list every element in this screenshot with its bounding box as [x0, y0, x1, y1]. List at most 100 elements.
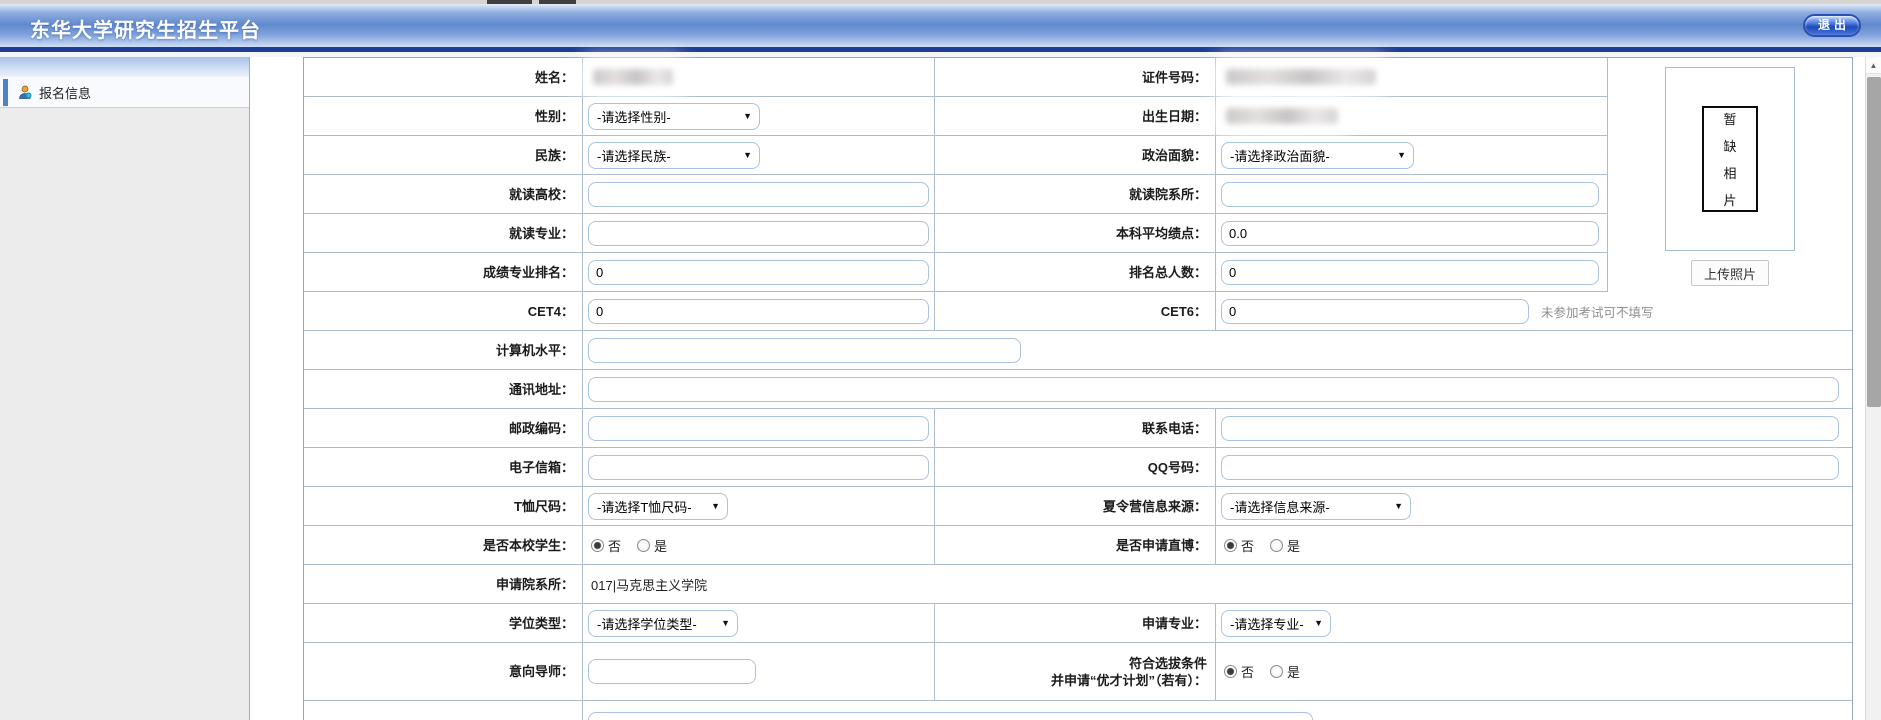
political-status-select[interactable]: -请选择政治面貌- ▼	[1221, 142, 1414, 169]
total-students-input[interactable]	[1221, 260, 1599, 285]
sidebar-item-label: 报名信息	[39, 83, 91, 102]
info-source-select[interactable]: -请选择信息来源- ▼	[1221, 493, 1411, 520]
political-status-select-value: -请选择政治面貌-	[1230, 146, 1330, 165]
app-header: 东华大学研究生招生平台 退出	[0, 4, 1881, 47]
is-current-student-label: 是否本校学生：	[483, 537, 582, 554]
name-label: 姓名：	[535, 69, 582, 86]
name-redacted-value	[593, 69, 673, 85]
current-department-input[interactable]	[1221, 182, 1599, 207]
radio-yes[interactable]	[637, 539, 650, 552]
phone-input[interactable]	[1221, 416, 1839, 441]
radio-yes-label: 是	[654, 536, 667, 555]
dropdown-arrow-icon: ▼	[1394, 501, 1403, 511]
gender-select[interactable]: -请选择性别- ▼	[588, 103, 760, 130]
postal-code-input[interactable]	[588, 416, 929, 441]
radio-no-label: 否	[1241, 536, 1254, 555]
table-row: 通讯地址：	[304, 370, 1852, 409]
gpa-input[interactable]	[1221, 221, 1599, 246]
photo-placeholder-char: 暂	[1723, 109, 1736, 128]
degree-type-label: 学位类型：	[509, 615, 582, 632]
postal-code-label: 邮政编码：	[509, 420, 582, 437]
email-input[interactable]	[588, 455, 929, 480]
qq-number-input[interactable]	[1221, 455, 1839, 480]
table-row: 是否本校学生： 否 是 是否申请直博： 否 是	[304, 526, 1852, 565]
tshirt-size-select-value: -请选择T恤尺码-	[597, 497, 692, 516]
gpa-label: 本科平均绩点：	[1116, 225, 1215, 242]
ethnicity-select-value: -请选择民族-	[597, 146, 671, 165]
photo-placeholder-char: 片	[1723, 190, 1736, 209]
tshirt-size-label: T恤尺码：	[514, 498, 582, 515]
sidebar-accent-bar	[3, 79, 8, 106]
dropdown-arrow-icon: ▼	[1314, 618, 1323, 628]
sidebar: 报名信息	[0, 57, 250, 720]
photo-placeholder: 暂 缺 相 片	[1702, 106, 1758, 212]
phone-label: 联系电话：	[1142, 420, 1215, 437]
sidebar-gradient	[0, 57, 249, 77]
table-row: 电子信箱： QQ号码：	[304, 448, 1852, 487]
major-rank-input[interactable]	[588, 260, 929, 285]
intended-advisor-label: 意向导师：	[509, 663, 582, 680]
table-row: 申请院系所： 017|马克思主义学院	[304, 565, 1852, 604]
applying-major-select-value: -请选择专业-	[1230, 614, 1304, 633]
current-major-input[interactable]	[588, 221, 929, 246]
computer-skill-input[interactable]	[588, 338, 1021, 363]
current-university-label: 就读高校：	[509, 186, 582, 203]
radio-no-selected[interactable]	[591, 539, 604, 552]
table-row: 计算机水平：	[304, 331, 1852, 370]
youcai-plan-radio-group: 否 是	[1224, 662, 1316, 681]
main-content: 姓名： 证件号码： 性别： -请选择性别- ▼ 出生日期： 民族： -请选择民族…	[251, 57, 1865, 720]
table-row: CET4： CET6： 未参加考试可不填写	[304, 292, 1852, 331]
cet-note: 未参加考试可不填写	[1541, 302, 1654, 321]
radio-no-label: 否	[608, 536, 621, 555]
table-row-partial	[304, 701, 1852, 720]
ethnicity-select[interactable]: -请选择民族- ▼	[588, 142, 760, 169]
computer-skill-label: 计算机水平：	[496, 342, 582, 359]
apply-direct-phd-radio-group: 否 是	[1224, 536, 1316, 555]
applying-major-label: 申请专业：	[1142, 615, 1215, 632]
cet6-input[interactable]	[1221, 299, 1529, 324]
vertical-scrollbar[interactable]: ▲	[1865, 57, 1881, 720]
radio-yes-label: 是	[1287, 536, 1300, 555]
applying-major-select[interactable]: -请选择专业- ▼	[1221, 610, 1331, 637]
mailing-address-input[interactable]	[588, 377, 1839, 402]
youcai-plan-label: 符合选拔条件 并申请“优才计划”（若有）：	[1051, 655, 1215, 689]
table-row: 意向导师： 符合选拔条件 并申请“优才计划”（若有）： 否 是	[304, 643, 1852, 701]
info-source-label: 夏令营信息来源：	[1103, 498, 1215, 515]
degree-type-select[interactable]: -请选择学位类型- ▼	[588, 610, 738, 637]
intended-advisor-input[interactable]	[588, 659, 756, 684]
dropdown-arrow-icon: ▼	[721, 618, 730, 628]
current-department-label: 就读院系所：	[1129, 186, 1215, 203]
youcai-plan-label-line2: 并申请“优才计划”（若有）：	[1051, 672, 1207, 689]
id-number-redacted-value	[1226, 69, 1376, 85]
cet4-input[interactable]	[588, 299, 929, 324]
cet6-label: CET6：	[1161, 303, 1215, 320]
logout-button[interactable]: 退出	[1803, 14, 1861, 37]
page-title: 东华大学研究生招生平台	[30, 14, 261, 43]
birth-date-label: 出生日期：	[1142, 108, 1215, 125]
radio-yes[interactable]	[1270, 539, 1283, 552]
user-icon	[17, 85, 32, 100]
id-number-label: 证件号码：	[1142, 69, 1215, 86]
info-source-select-value: -请选择信息来源-	[1230, 497, 1330, 516]
dropdown-arrow-icon: ▼	[743, 111, 752, 121]
tshirt-size-select[interactable]: -请选择T恤尺码- ▼	[588, 493, 728, 520]
upload-photo-button[interactable]: 上传照片	[1691, 260, 1769, 286]
is-current-student-radio-group: 否 是	[591, 536, 683, 555]
qq-number-label: QQ号码：	[1148, 459, 1215, 476]
degree-type-select-value: -请选择学位类型-	[597, 614, 697, 633]
radio-no-label: 否	[1241, 662, 1254, 681]
registration-form-table: 姓名： 证件号码： 性别： -请选择性别- ▼ 出生日期： 民族： -请选择民族…	[303, 57, 1853, 720]
radio-no-selected[interactable]	[1224, 539, 1237, 552]
scrollbar-thumb[interactable]	[1867, 77, 1881, 407]
scroll-up-arrow-icon[interactable]: ▲	[1866, 57, 1881, 74]
next-field-partial-input[interactable]	[588, 712, 1313, 720]
applying-department-value: 017|马克思主义学院	[591, 575, 707, 594]
sidebar-item-registration-info[interactable]: 报名信息	[0, 77, 249, 108]
browser-artifact-tab	[487, 0, 532, 4]
ethnicity-label: 民族：	[535, 147, 582, 164]
radio-no-selected[interactable]	[1224, 665, 1237, 678]
browser-artifact-tab	[539, 0, 576, 4]
current-university-input[interactable]	[588, 182, 929, 207]
radio-yes[interactable]	[1270, 665, 1283, 678]
photo-cell: 暂 缺 相 片 上传照片	[1607, 58, 1852, 292]
